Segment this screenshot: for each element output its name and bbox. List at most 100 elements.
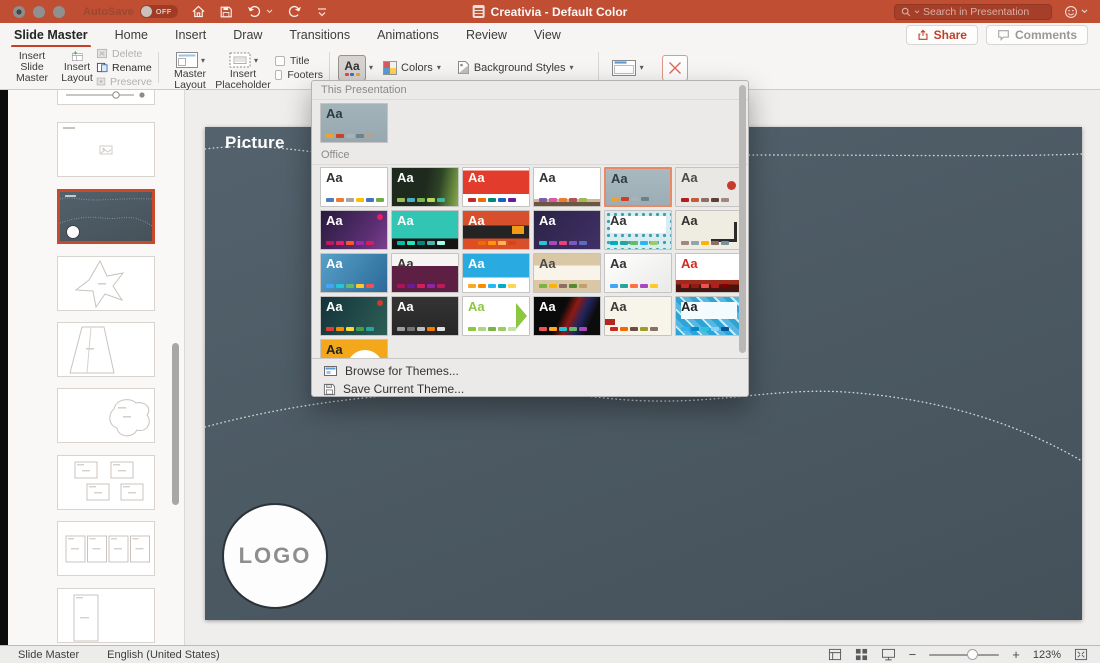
save-button[interactable]: [219, 5, 233, 19]
slide-thumbnail-boxes-row[interactable]: [57, 521, 155, 576]
theme-blue-gradient[interactable]: Aa: [320, 253, 388, 293]
language-button[interactable]: English (United States): [107, 649, 220, 661]
theme-light-gray[interactable]: Aa: [675, 167, 743, 207]
theme-cyan[interactable]: Aa: [462, 253, 530, 293]
theme-color-dots: [397, 327, 445, 331]
slide-thumbnail-clipped-slider[interactable]: [57, 90, 155, 105]
insert-slide-master-button[interactable]: Insert Slide Master: [6, 50, 58, 85]
theme-current-gray-blue[interactable]: Aa: [320, 103, 388, 143]
zoom-out-button[interactable]: −: [909, 650, 917, 660]
slide-thumbnail-trapezoid-shape[interactable]: [57, 322, 155, 377]
footers-checkbox[interactable]: Footers: [275, 69, 323, 81]
delete-button[interactable]: Delete: [96, 48, 152, 60]
fit-slide-to-window-button[interactable]: [1074, 648, 1088, 661]
comments-button[interactable]: Comments: [986, 25, 1088, 45]
search-scope-chevron-icon: [914, 10, 920, 14]
theme-white[interactable]: Aa: [320, 167, 388, 207]
share-button[interactable]: Share: [906, 25, 978, 45]
themes-chevron-icon[interactable]: ▾: [369, 63, 373, 72]
tab-home[interactable]: Home: [115, 28, 148, 42]
theme-black-red-abstract[interactable]: Aa: [533, 296, 601, 336]
theme-dark-gray[interactable]: Aa: [391, 296, 459, 336]
home-button[interactable]: [191, 4, 206, 19]
title-checkbox[interactable]: Title: [275, 55, 323, 67]
zoom-slider[interactable]: [929, 654, 999, 656]
theme-green-facet[interactable]: Aa: [462, 296, 530, 336]
theme-blue-checker[interactable]: Aa: [675, 296, 743, 336]
undo-button[interactable]: [246, 4, 263, 19]
slide-thumbnail-blob-shape[interactable]: [57, 388, 155, 443]
tab-review[interactable]: Review: [466, 28, 507, 42]
slide-thumbnail-boxes-staggered[interactable]: [57, 455, 155, 510]
tab-transitions[interactable]: Transitions: [289, 28, 350, 42]
feedback-menu-button[interactable]: [1064, 5, 1088, 19]
zoom-slider-knob[interactable]: [967, 649, 978, 660]
theme-color-dot: [366, 241, 374, 245]
undo-menu-chevron-icon[interactable]: [266, 9, 273, 14]
preserve-button[interactable]: Preserve: [96, 76, 152, 88]
slideshow-view-button[interactable]: [881, 648, 896, 661]
theme-red-aa-band[interactable]: Aa: [675, 253, 743, 293]
insert-layout-button[interactable]: Insert Layout: [58, 50, 96, 85]
save-current-theme-item[interactable]: Save Current Theme...: [312, 380, 748, 398]
theme-red[interactable]: Aa: [462, 167, 530, 207]
theme-color-dot: [437, 284, 445, 288]
theme-label: Aa: [539, 214, 556, 228]
quick-access-menu-button[interactable]: [316, 6, 328, 18]
window-zoom-button[interactable]: [53, 6, 65, 18]
search-input[interactable]: Search in Presentation: [894, 4, 1052, 20]
autosave-toggle[interactable]: OFF: [140, 5, 178, 18]
redo-button[interactable]: [286, 4, 303, 19]
theme-orange-dark-band[interactable]: Aa: [462, 210, 530, 250]
slide-thumbnail-star-shape[interactable]: [57, 256, 155, 311]
themes-button[interactable]: Aa: [338, 55, 366, 81]
window-close-button[interactable]: [13, 6, 25, 18]
theme-teal[interactable]: Aa: [391, 210, 459, 250]
picture-placeholder-title[interactable]: Picture: [225, 133, 285, 153]
theme-light-texture[interactable]: Aa: [604, 253, 672, 293]
insert-placeholder-chevron-icon: ▾: [254, 55, 258, 66]
sidebar-scrollbar[interactable]: [172, 343, 179, 505]
tab-view[interactable]: View: [534, 28, 561, 42]
theme-color-dot: [397, 327, 405, 331]
tab-animations[interactable]: Animations: [377, 28, 439, 42]
theme-deco-circle-tr-icon: [377, 300, 383, 306]
theme-color-dot: [437, 327, 445, 331]
master-layout-button[interactable]: ▾ Master Layout: [165, 50, 215, 85]
zoom-in-button[interactable]: +: [1012, 650, 1020, 660]
normal-view-button[interactable]: [828, 648, 842, 661]
theme-dark-teal[interactable]: Aa: [320, 296, 388, 336]
tab-insert[interactable]: Insert: [175, 28, 206, 42]
theme-beige-bracket[interactable]: Aa: [675, 210, 743, 250]
slide-sorter-view-button[interactable]: [855, 648, 868, 661]
insert-placeholder-button[interactable]: ▾ Insert Placeholder: [215, 50, 271, 85]
rename-button[interactable]: Rename: [96, 62, 152, 74]
theme-dark-indigo[interactable]: Aa: [533, 210, 601, 250]
window-minimize-button[interactable]: [33, 6, 45, 18]
theme-color-dot: [701, 327, 709, 331]
theme-color-dots: [397, 284, 445, 288]
theme-gray-blue[interactable]: Aa: [604, 167, 672, 207]
theme-color-dot: [579, 284, 587, 288]
theme-teal-pattern[interactable]: Aa: [604, 210, 672, 250]
theme-cream[interactable]: Aa: [604, 296, 672, 336]
tab-draw[interactable]: Draw: [233, 28, 262, 42]
zoom-percentage[interactable]: 123%: [1033, 649, 1061, 661]
dropdown-scrollbar[interactable]: [739, 85, 746, 353]
section-this-presentation: This Presentation: [312, 81, 748, 100]
slide-thumbnail-tall-box[interactable]: [57, 588, 155, 643]
logo-shape[interactable]: LOGO: [222, 503, 328, 609]
slide-thumbnail-dark-wave[interactable]: [57, 189, 155, 244]
theme-purple-gradient[interactable]: Aa: [320, 210, 388, 250]
theme-maroon-band[interactable]: Aa: [391, 253, 459, 293]
theme-white-multicolor[interactable]: Aa: [533, 167, 601, 207]
theme-orange-circle[interactable]: Aa: [320, 339, 388, 358]
theme-color-dot: [721, 327, 729, 331]
insert-placeholder-icon: [228, 51, 252, 69]
tab-slide-master[interactable]: Slide Master: [14, 28, 88, 42]
slide-thumbnail-blank-content[interactable]: [57, 122, 155, 177]
browse-for-themes-item[interactable]: Browse for Themes...: [312, 362, 748, 380]
close-master-button[interactable]: [662, 55, 688, 81]
theme-wood-band[interactable]: Aa: [533, 253, 601, 293]
theme-dark-green[interactable]: Aa: [391, 167, 459, 207]
